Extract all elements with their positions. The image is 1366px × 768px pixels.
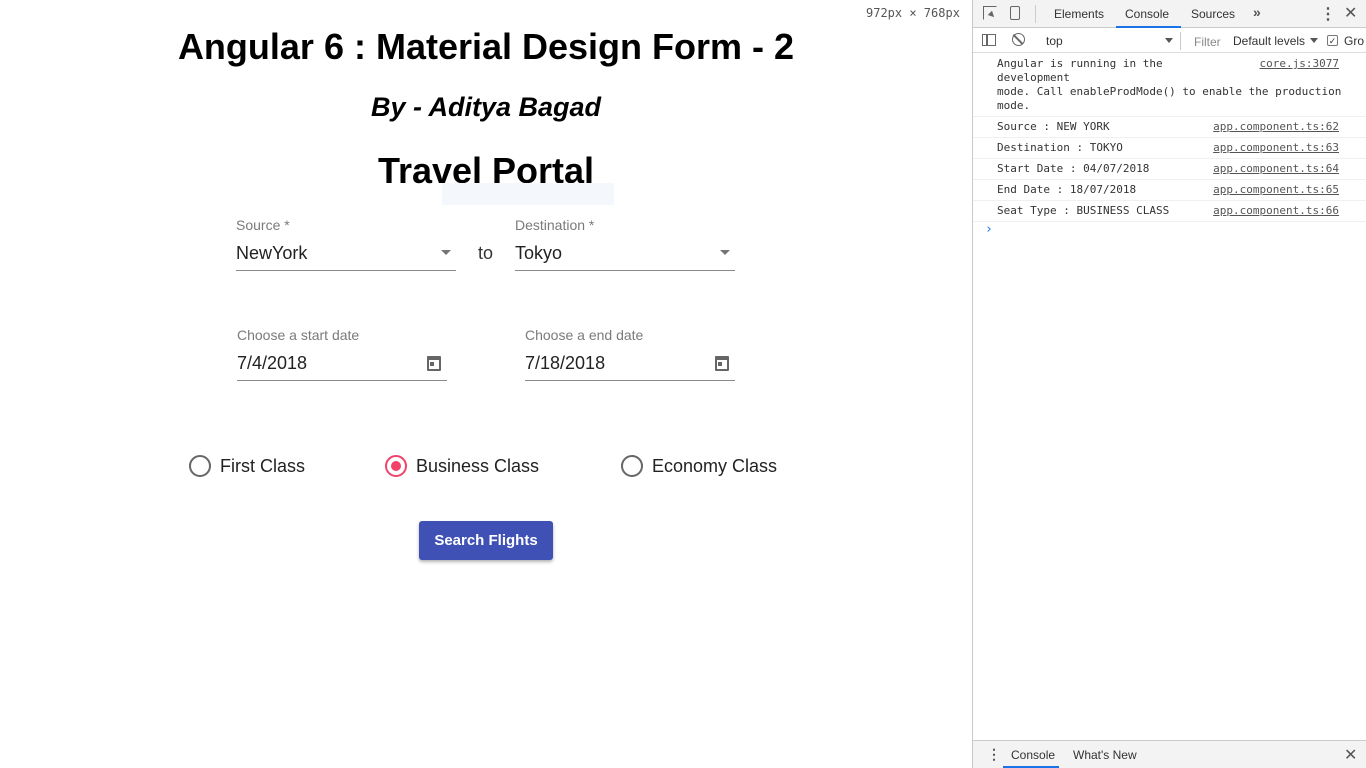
console-prompt-icon[interactable]: › bbox=[985, 222, 993, 237]
chevron-down-icon[interactable] bbox=[1165, 38, 1173, 43]
console-message: End Date : 18/07/2018 app.component.ts:6… bbox=[973, 180, 1366, 201]
console-message: Destination : TOKYO app.component.ts:63 bbox=[973, 138, 1366, 159]
console-message: Source : NEW YORK app.component.ts:62 bbox=[973, 117, 1366, 138]
viewport-size-indicator: 972px × 768px bbox=[866, 6, 960, 20]
calendar-icon[interactable] bbox=[715, 356, 729, 371]
console-source-link[interactable]: app.component.ts:65 bbox=[1213, 183, 1339, 196]
radio-label: Economy Class bbox=[652, 455, 778, 476]
chevron-down-icon[interactable] bbox=[1310, 38, 1318, 43]
console-source-link[interactable]: app.component.ts:62 bbox=[1213, 120, 1339, 133]
close-icon[interactable]: ✕ bbox=[1344, 745, 1357, 765]
search-flights-button[interactable]: Search Flights bbox=[419, 521, 553, 560]
divider bbox=[1035, 5, 1036, 23]
filter-input[interactable]: Filter bbox=[1194, 35, 1221, 49]
radio-label: Business Class bbox=[416, 455, 540, 476]
drawer-tab-console[interactable]: Console bbox=[1011, 748, 1055, 762]
radio-label: First Class bbox=[220, 455, 305, 476]
log-levels-dropdown[interactable]: Default levels bbox=[1233, 34, 1305, 48]
start-date-value: 7/4/2018 bbox=[237, 353, 308, 373]
console-message-text: mode. Call enableProdMode() to enable th… bbox=[997, 85, 1342, 98]
start-date-underline bbox=[237, 380, 447, 381]
tab-sources[interactable]: Sources bbox=[1191, 7, 1235, 21]
radio-circle-icon[interactable] bbox=[621, 455, 643, 477]
tab-console[interactable]: Console bbox=[1125, 7, 1169, 21]
inspect-element-icon[interactable] bbox=[983, 6, 997, 20]
end-date-field[interactable]: Choose a end date 7/18/2018 bbox=[525, 327, 735, 381]
console-message-text: mode. bbox=[997, 99, 1031, 112]
close-icon[interactable]: ✕ bbox=[1344, 3, 1357, 23]
app-viewport: 972px × 768px Angular 6 : Material Desig… bbox=[0, 0, 972, 768]
console-source-link[interactable]: app.component.ts:64 bbox=[1213, 162, 1339, 175]
radio-business-class[interactable]: Business Class bbox=[385, 454, 539, 478]
devtools-panel: Elements Console Sources » ⋮ ✕ top Filte… bbox=[972, 0, 1366, 768]
source-label: Source * bbox=[236, 217, 290, 233]
console-sidebar-icon[interactable] bbox=[982, 34, 996, 46]
end-date-label: Choose a end date bbox=[525, 327, 644, 343]
radio-circle-icon[interactable] bbox=[385, 455, 407, 477]
group-similar-checkbox[interactable]: ✓ bbox=[1327, 35, 1338, 46]
tooltip-ghost bbox=[442, 183, 614, 205]
console-message: Start Date : 04/07/2018 app.component.ts… bbox=[973, 159, 1366, 180]
console-message-text: Angular is running in the development bbox=[997, 57, 1163, 84]
source-underline bbox=[236, 270, 456, 271]
source-value: NewYork bbox=[236, 243, 308, 263]
devtools-menu-icon[interactable]: ⋮ bbox=[1320, 4, 1336, 24]
radio-economy-class[interactable]: Economy Class bbox=[621, 454, 777, 478]
destination-label: Destination * bbox=[515, 217, 595, 233]
console-source-link[interactable]: app.component.ts:66 bbox=[1213, 204, 1339, 217]
active-tab-indicator bbox=[1116, 26, 1181, 28]
context-selector[interactable]: top bbox=[1046, 34, 1063, 48]
start-date-field[interactable]: Choose a start date 7/4/2018 bbox=[237, 327, 447, 381]
to-connector: to bbox=[478, 243, 494, 263]
radio-first-class[interactable]: First Class bbox=[189, 454, 305, 478]
end-date-underline bbox=[525, 380, 735, 381]
dropdown-arrow-icon bbox=[441, 250, 451, 255]
page-subtitle: By - Aditya Bagad bbox=[370, 92, 602, 122]
page-title: Angular 6 : Material Design Form - 2 bbox=[177, 26, 795, 67]
console-output: Angular is running in the development mo… bbox=[973, 54, 1366, 740]
start-date-label: Choose a start date bbox=[237, 327, 360, 343]
console-message: Seat Type : BUSINESS CLASS app.component… bbox=[973, 201, 1366, 222]
devtools-tab-bar: Elements Console Sources » ⋮ ✕ bbox=[973, 0, 1366, 28]
console-prompt-row[interactable]: › bbox=[973, 222, 1366, 242]
clear-console-icon[interactable] bbox=[1012, 33, 1025, 46]
divider bbox=[1180, 32, 1181, 50]
group-similar-label: Gro bbox=[1344, 34, 1365, 48]
more-tabs-icon[interactable]: » bbox=[1253, 4, 1261, 20]
device-toolbar-icon[interactable] bbox=[1010, 6, 1020, 20]
drawer-tab-whats-new[interactable]: What's New bbox=[1073, 748, 1137, 762]
source-select[interactable]: Source * NewYork bbox=[236, 217, 456, 271]
drawer-menu-icon[interactable]: ⋮ bbox=[987, 746, 1001, 763]
radio-circle-icon[interactable] bbox=[189, 455, 211, 477]
console-message: Angular is running in the development mo… bbox=[973, 54, 1366, 117]
destination-value: Tokyo bbox=[515, 243, 563, 263]
destination-select[interactable]: Destination * Tokyo bbox=[515, 217, 735, 271]
console-source-link[interactable]: core.js:3077 bbox=[1260, 57, 1339, 70]
tab-elements[interactable]: Elements bbox=[1054, 7, 1104, 21]
dropdown-arrow-icon bbox=[720, 250, 730, 255]
destination-underline bbox=[515, 270, 735, 271]
end-date-value: 7/18/2018 bbox=[525, 353, 606, 373]
calendar-icon[interactable] bbox=[427, 356, 441, 371]
console-source-link[interactable]: app.component.ts:63 bbox=[1213, 141, 1339, 154]
console-toolbar: top Filter Default levels ✓ Gro bbox=[973, 29, 1366, 53]
devtools-drawer: ⋮ Console What's New ✕ bbox=[973, 740, 1366, 768]
